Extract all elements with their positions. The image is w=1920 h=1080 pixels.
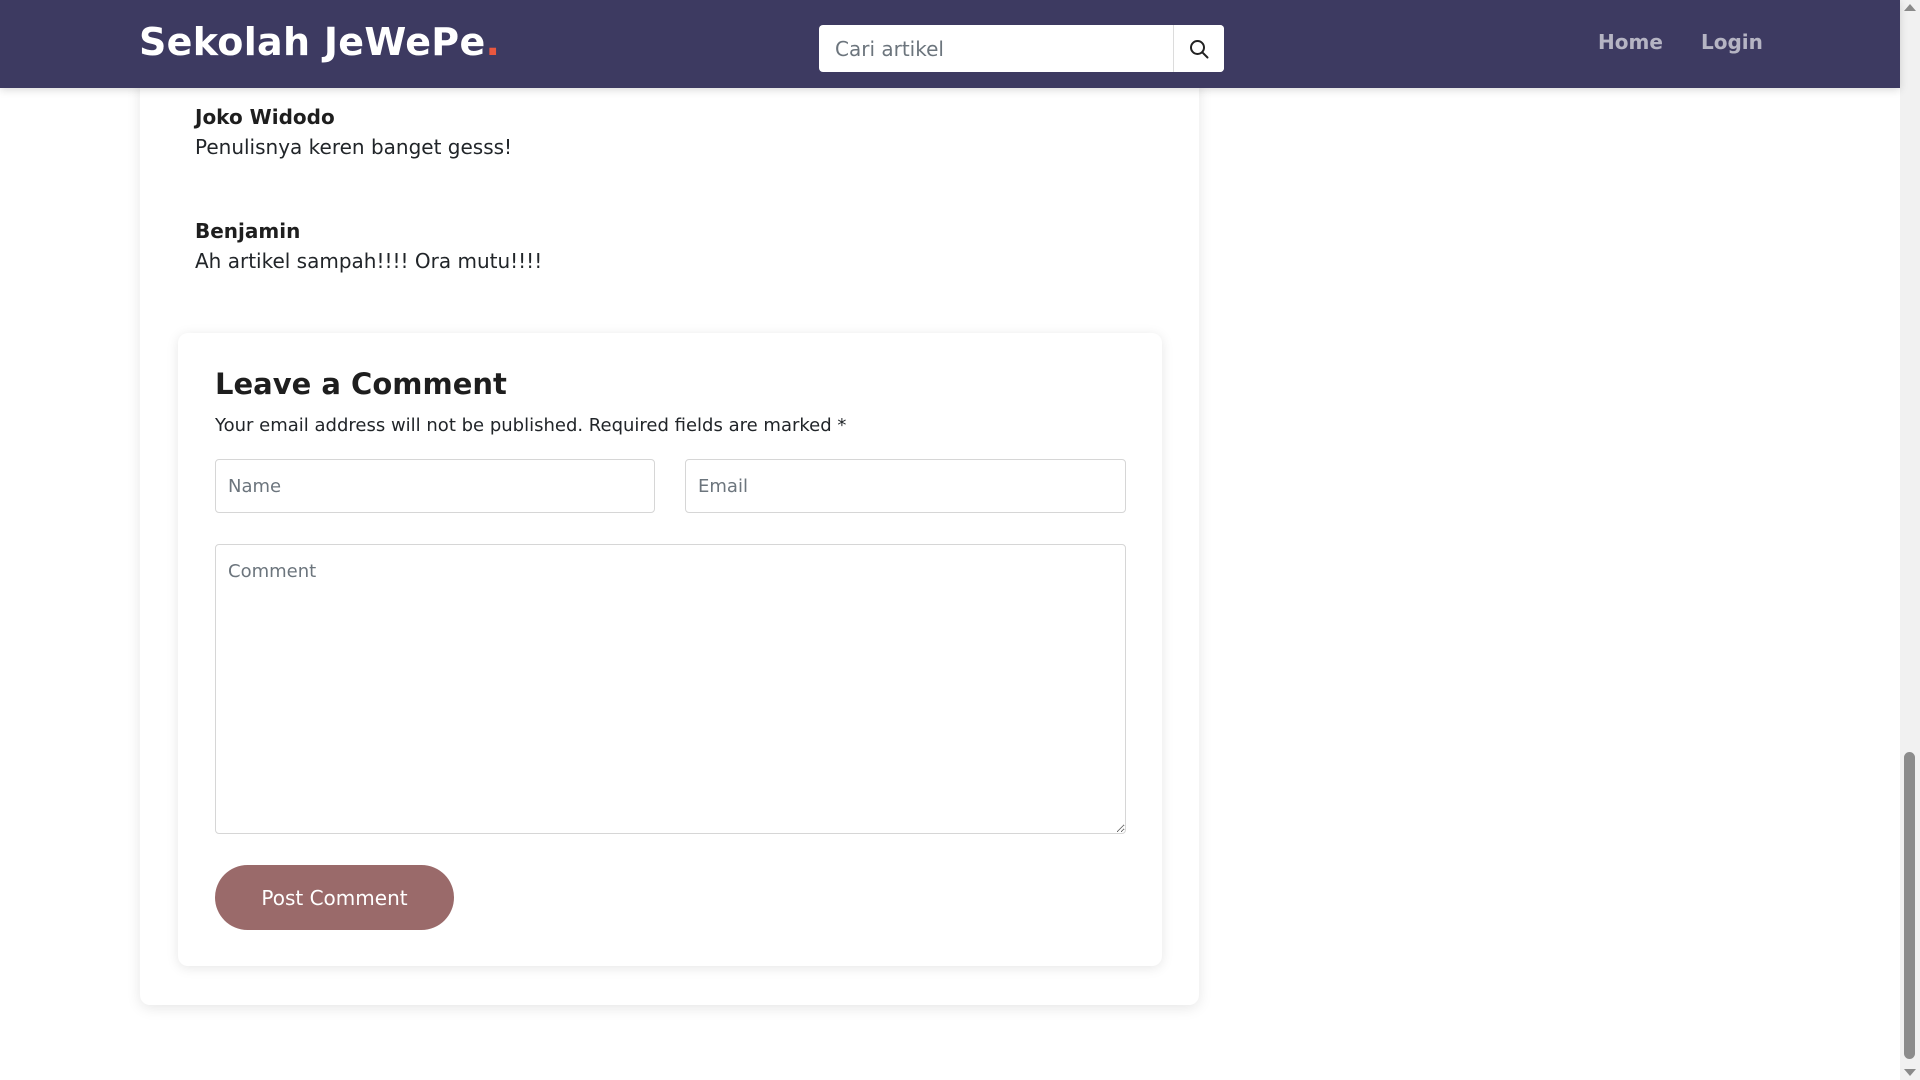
scroll-up-arrow-icon[interactable] — [1904, 4, 1916, 11]
comment-form: Leave a Comment Your email address will … — [178, 333, 1162, 966]
comment-form-note: Your email address will not be published… — [215, 415, 847, 436]
comment-item: Benjamin Ah artikel sampah!!!! Ora mutu!… — [195, 219, 542, 273]
comment-text: Penulisnya keren banget gesss! — [195, 135, 513, 159]
article-card: Joko Widodo Penulisnya keren banget gess… — [140, 50, 1199, 1005]
brand-dot: . — [485, 20, 501, 64]
search-icon — [1190, 39, 1209, 58]
navbar: Sekolah JeWePe. Home Login — [0, 0, 1900, 88]
email-field[interactable] — [685, 459, 1126, 513]
post-comment-button[interactable]: Post Comment — [215, 865, 454, 930]
comment-text: Ah artikel sampah!!!! Ora mutu!!!! — [195, 249, 543, 273]
search-bar — [819, 25, 1224, 72]
name-field[interactable] — [215, 459, 655, 513]
search-button[interactable] — [1173, 25, 1224, 72]
page-scrollbar[interactable] — [1900, 0, 1920, 1080]
search-input[interactable] — [819, 25, 1173, 72]
brand-text: Sekolah JeWePe — [139, 20, 486, 64]
nav-login-link[interactable]: Login — [1701, 30, 1763, 54]
comment-author: Joko Widodo — [195, 105, 335, 129]
comment-form-title: Leave a Comment — [215, 367, 507, 401]
nav-home-link[interactable]: Home — [1598, 30, 1663, 54]
scroll-down-arrow-icon[interactable] — [1904, 1069, 1916, 1076]
site-brand[interactable]: Sekolah JeWePe. — [139, 20, 500, 64]
comment-textarea[interactable] — [215, 544, 1126, 834]
comment-author: Benjamin — [195, 219, 301, 243]
comment-item: Joko Widodo Penulisnya keren banget gess… — [195, 105, 512, 159]
scrollbar-thumb[interactable] — [1904, 752, 1915, 1059]
